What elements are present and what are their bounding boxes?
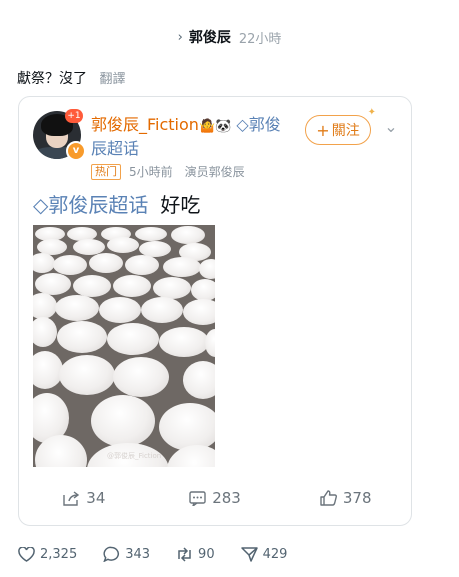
emoji-badges: 🤷🐼	[198, 119, 232, 134]
post-image[interactable]: @郭俊辰_Fiction	[33, 225, 215, 467]
image-watermark: @郭俊辰_Fiction	[107, 452, 162, 460]
share-button[interactable]: 429	[240, 546, 287, 562]
reply-button[interactable]: 343	[103, 546, 150, 562]
share-icon	[63, 490, 80, 506]
card-action-bar: 34 283 378	[19, 484, 411, 512]
thumbs-up-icon	[320, 490, 337, 506]
tweet-action-bar: 2,325 343 90 429	[18, 544, 313, 564]
sparkle-icon: ✦	[367, 107, 376, 118]
send-icon	[240, 547, 258, 562]
comment-button[interactable]: 283	[150, 484, 281, 512]
repost-button[interactable]: 34	[19, 484, 150, 512]
plus-icon: +	[316, 120, 330, 140]
post-body: 好吃	[160, 193, 201, 217]
quoted-weibo-card[interactable]: +1 v 郭俊辰_Fiction🤷🐼 ◇郭俊辰超话 热门 5小時前 演员郭俊辰 …	[18, 96, 412, 526]
tweet-text-row: 獻祭？沒了 翻譯	[17, 68, 125, 88]
post-text: ◇郭俊辰超话 好吃	[33, 191, 200, 219]
post-source: 演员郭俊辰	[184, 165, 245, 179]
chevron-right-icon: ›	[177, 29, 183, 45]
retweet-icon	[178, 546, 191, 562]
comment-icon	[189, 490, 206, 506]
post-meta: 热门 5小時前 演员郭俊辰	[91, 163, 245, 180]
heart-icon	[18, 546, 35, 562]
diamond-icon: ◇	[231, 115, 249, 134]
context-user-name[interactable]: 郭俊辰	[189, 27, 231, 47]
chevron-down-icon[interactable]: ⌄	[381, 117, 401, 137]
post-time: 5小時前	[129, 165, 173, 179]
follow-button[interactable]: + 關注 ✦	[305, 107, 376, 145]
tweet-text: 獻祭？沒了	[17, 71, 87, 87]
card-username[interactable]: 郭俊辰_Fiction🤷🐼 ◇郭俊辰超话	[91, 114, 287, 160]
context-time: 22小時	[238, 31, 282, 47]
like-button[interactable]: 378	[280, 484, 411, 512]
notification-badge: +1	[65, 109, 83, 123]
super-topic-tag[interactable]: 郭俊辰超话	[48, 193, 148, 217]
like-button[interactable]: 2,325	[18, 546, 77, 562]
retweet-context: › 郭俊辰 22小時	[0, 26, 459, 48]
hot-tag: 热门	[91, 163, 121, 180]
diamond-icon: ◇	[33, 193, 49, 217]
translate-link[interactable]: 翻譯	[99, 72, 125, 87]
reply-icon	[103, 546, 120, 562]
verified-badge-icon: v	[66, 141, 86, 161]
retweet-button[interactable]: 90	[176, 547, 215, 562]
